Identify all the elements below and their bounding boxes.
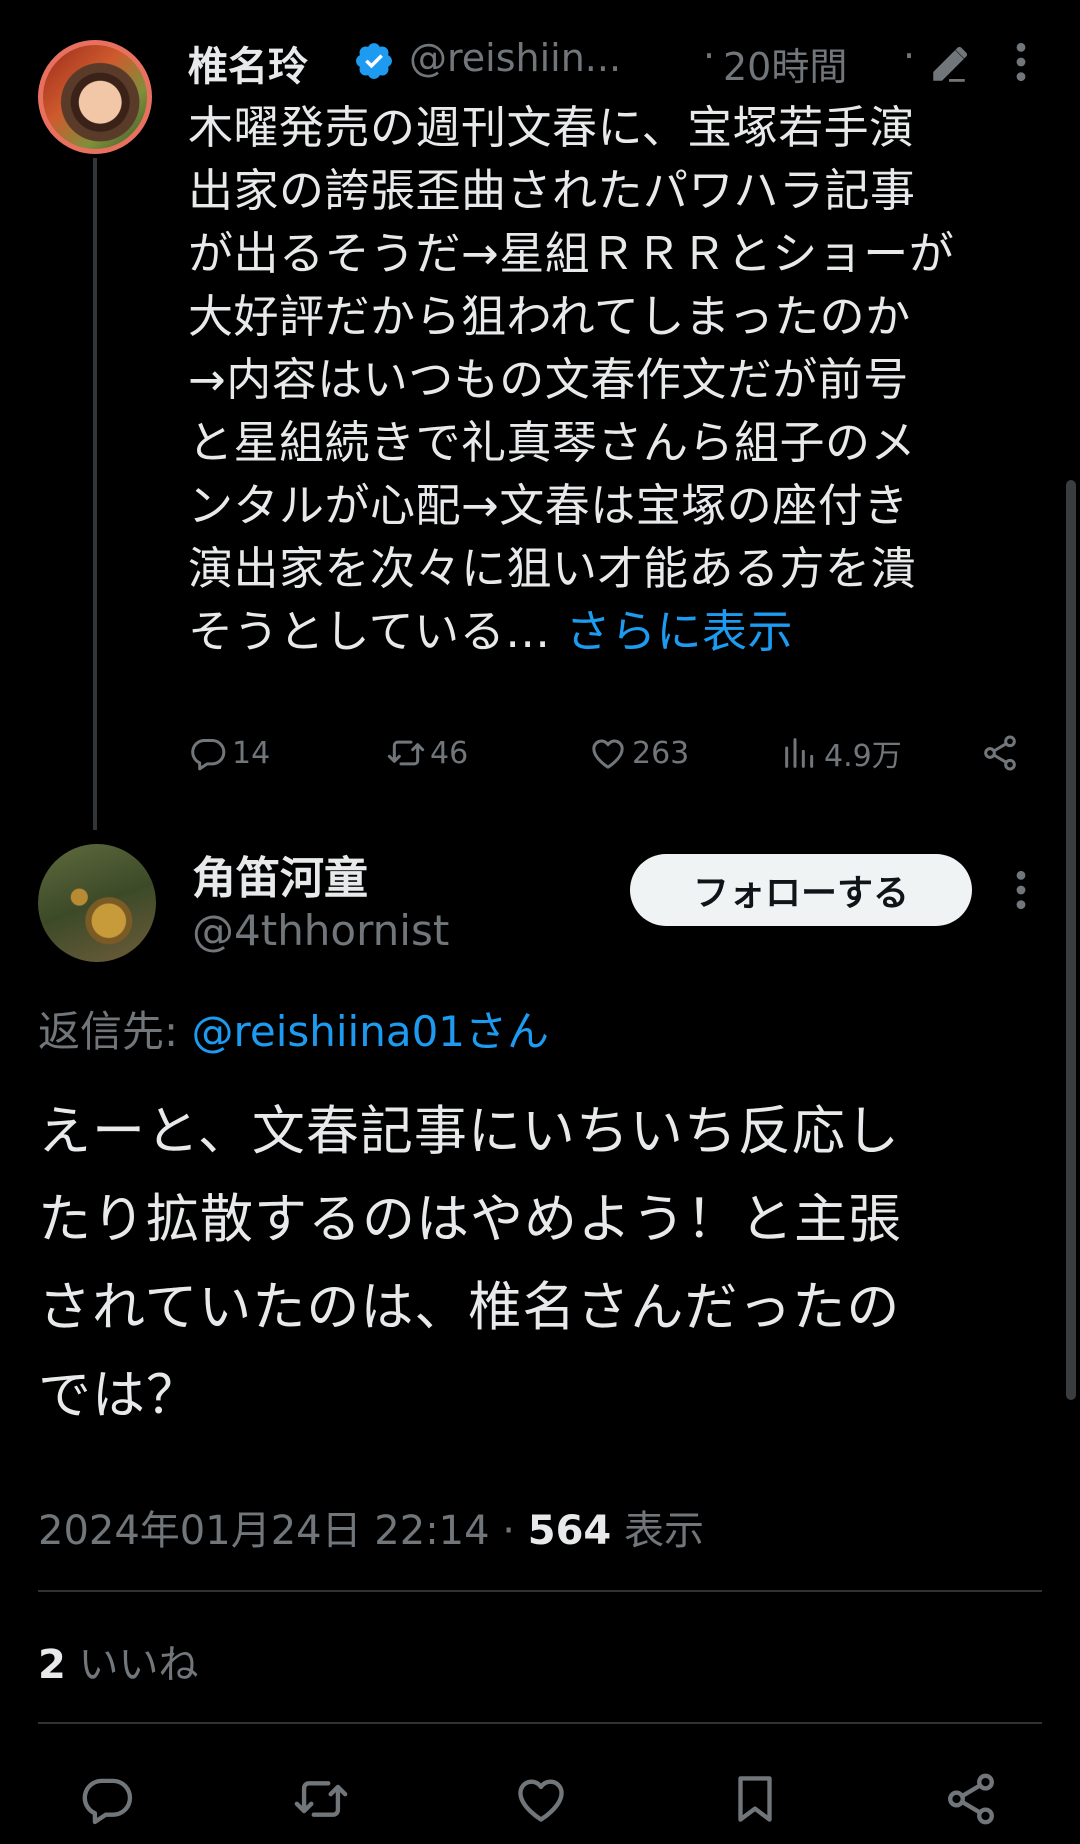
reply-to-label: 返信先: <box>38 1007 192 1056</box>
parent-tweet-text: 木曜発売の週刊文春に、宝塚若手演 出家の誇張歪曲されたパワハラ記事 が出るそうだ… <box>188 96 1048 663</box>
avatar-4thhornist[interactable] <box>38 844 156 962</box>
share-icon <box>984 735 1016 771</box>
bookmark-icon[interactable] <box>726 1770 784 1828</box>
heart-icon[interactable] <box>512 1770 570 1828</box>
avatar-reishiina[interactable] <box>38 40 152 154</box>
separator-dot: · <box>703 34 716 78</box>
like-action[interactable]: 263 <box>588 730 689 776</box>
tweet-meta: 2024年01月24日 22:14 · 564 表示 <box>38 1498 704 1556</box>
reply-to-line: 返信先: @reishiina01さん <box>38 998 549 1059</box>
reply-views-label: 表示 <box>611 1508 704 1554</box>
reply-icon[interactable] <box>78 1770 136 1828</box>
reply-likes-count: 2 <box>38 1642 66 1688</box>
reply-icon <box>191 739 226 771</box>
separator-dot: · <box>903 34 916 78</box>
retweet-icon <box>387 740 425 766</box>
views-count: 4.9万 <box>824 739 902 774</box>
follow-button[interactable]: フォローする <box>630 854 972 926</box>
retweet-icon[interactable] <box>292 1770 350 1828</box>
reply-likes-label: いいね <box>65 1642 199 1688</box>
reply-tweet-text: えーと、文春記事にいちいち反応し たり拡散するのはやめよう！と主張 されていたの… <box>38 1101 902 1426</box>
share-action[interactable] <box>980 730 1020 776</box>
more-vertical-icon[interactable] <box>1006 40 1036 84</box>
views-action[interactable]: 4.9万 <box>780 730 902 776</box>
more-vertical-icon[interactable] <box>1006 868 1036 912</box>
tweet-timestamp[interactable]: 2024年01月24日 22:14 <box>38 1508 490 1554</box>
likes-summary[interactable]: 2 いいね <box>38 1632 199 1690</box>
parent-author-name[interactable]: 椎名玲 <box>188 34 308 92</box>
verified-badge-icon <box>356 43 392 79</box>
reply-action[interactable]: 14 <box>188 730 270 776</box>
reply-author-name[interactable]: 角笛河童 <box>192 842 368 906</box>
divider <box>38 1722 1042 1724</box>
divider <box>38 1590 1042 1592</box>
heart-icon <box>592 739 624 769</box>
like-count: 263 <box>632 735 690 771</box>
show-more-link[interactable]: さらに表示 <box>565 605 793 658</box>
share-icon[interactable] <box>942 1770 1000 1828</box>
scrollbar[interactable] <box>1066 480 1076 1400</box>
views-chart-icon <box>785 738 814 768</box>
parent-tweet-body: 木曜発売の週刊文春に、宝塚若手演 出家の誇張歪曲されたパワハラ記事 が出るそうだ… <box>188 101 955 658</box>
reply-count: 14 <box>232 735 271 771</box>
retweet-action[interactable]: 46 <box>386 730 468 776</box>
reply-views-count: 564 <box>527 1508 612 1554</box>
edit-pencil-icon[interactable] <box>928 44 970 86</box>
parent-author-handle[interactable]: @reishiin... <box>409 36 621 80</box>
reply-author-handle[interactable]: @4thhornist <box>192 906 449 955</box>
retweet-count: 46 <box>430 735 469 771</box>
thread-connector-line <box>93 158 97 830</box>
parent-tweet-time[interactable]: 20時間 <box>723 36 847 91</box>
reply-to-mention-link[interactable]: @reishiina01さん <box>192 1007 550 1056</box>
separator-dot: · <box>489 1508 528 1554</box>
